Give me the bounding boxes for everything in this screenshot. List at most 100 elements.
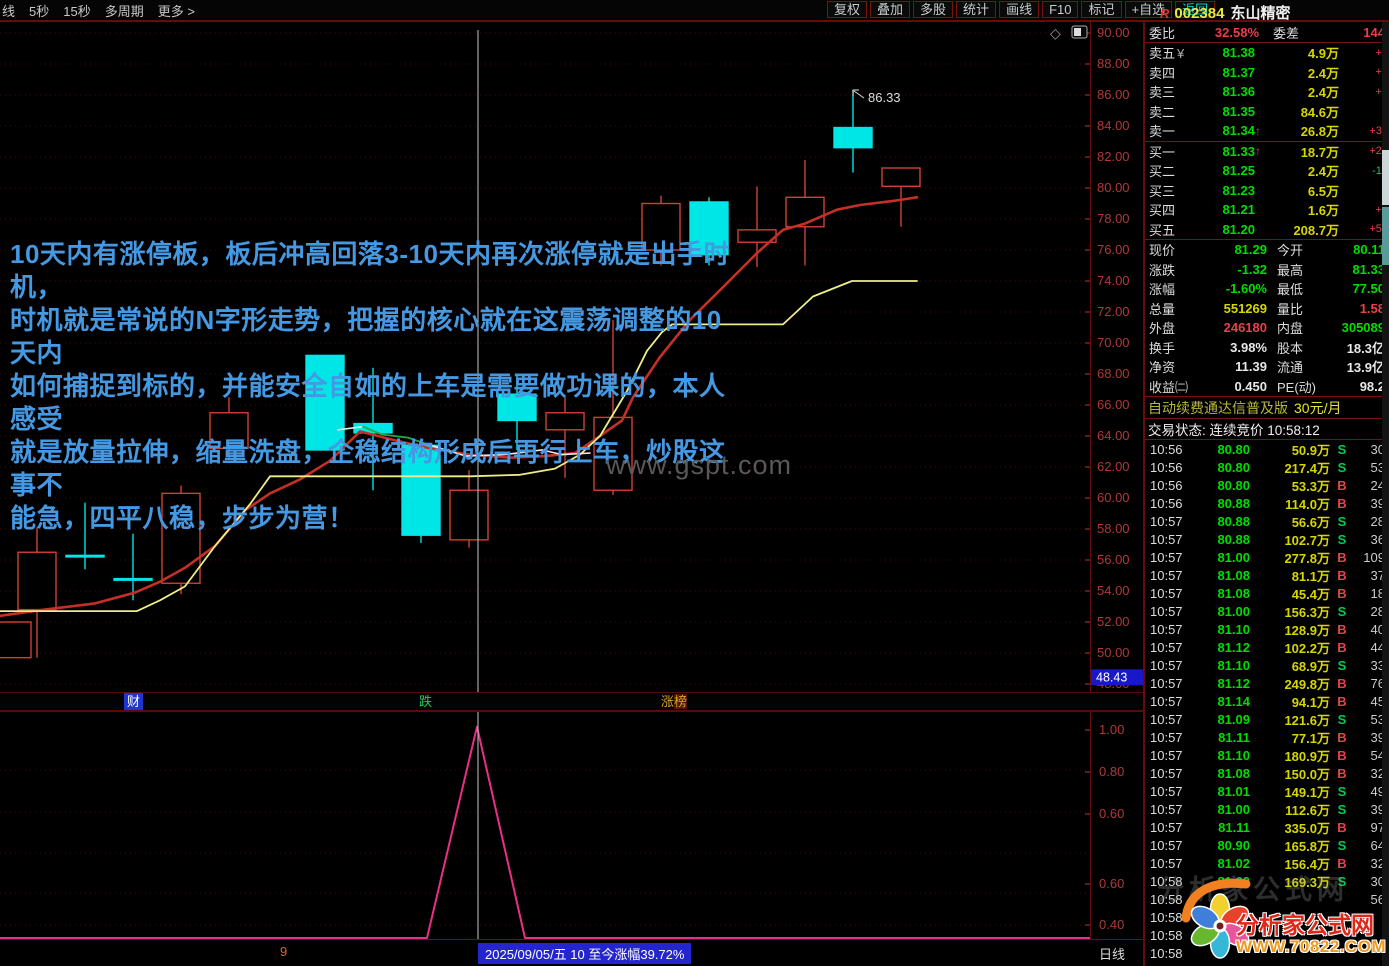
bid-row[interactable]: 买一 81.33 ↑ 18.7万 +23 (1145, 142, 1389, 162)
quote-row: 外盘 246180 内盘 305089 (1149, 320, 1385, 337)
tick-row[interactable]: 10:57 81.10 68.9万 S 33 (1145, 656, 1389, 674)
svg-text:0.60: 0.60 (1099, 876, 1124, 891)
trading-terminal: { "toolbar": { "left_items": ["线", "5秒",… (0, 0, 1389, 966)
notice-price: 30元/月 (1294, 399, 1342, 416)
ask-row[interactable]: 卖三81.362.4万+3 (1145, 82, 1389, 102)
toolbar-button-2[interactable]: 多股 (913, 1, 954, 18)
tick-row[interactable]: 10:57 81.08 45.4万 B 18 (1145, 584, 1389, 602)
ask-row[interactable]: 卖一 81.34 ↑ 26.8万 +33 (1145, 121, 1389, 141)
svg-text:0.40: 0.40 (1099, 917, 1124, 932)
ask-row[interactable]: 卖二 81.35 84.6万 (1145, 102, 1389, 122)
svg-text:70.00: 70.00 (1097, 335, 1130, 350)
tick-row[interactable]: 10:57 81.12 102.2万 B 44 (1145, 638, 1389, 656)
tick-row[interactable]: 10:56 80.80 217.4万 S 53 (1145, 458, 1389, 476)
tick-row[interactable]: 10:57 81.08 81.1万 B 37 (1145, 566, 1389, 584)
svg-text:76.00: 76.00 (1097, 242, 1130, 257)
toolbar-button-6[interactable]: 标记 (1081, 1, 1122, 18)
svg-text:50.00: 50.00 (1097, 645, 1130, 660)
tick-row[interactable]: 10:57 81.01 149.1万 S 49 (1145, 782, 1389, 800)
stock-title: R 002384 东山精密 (1160, 2, 1290, 23)
lower-indicator-chart[interactable]: 1.00 0.80 0.60 0.60 0.40 (0, 711, 1143, 940)
indicator-label-row: 财 跌 涨榜 (0, 692, 1143, 711)
indicator-tag-zhangbang[interactable]: 涨榜 (661, 693, 688, 710)
quote-panel: 委比 32.58% 委差 144 卖五¥81.384.9万+6卖四81.372.… (1143, 22, 1389, 966)
toolbar-button-0[interactable]: 复权 (827, 1, 868, 18)
tick-row[interactable]: 10:57 81.10 180.9万 B 54 (1145, 746, 1389, 764)
tick-row[interactable]: 10:57 81.10 128.9万 B 40 (1145, 620, 1389, 638)
stock-code: 002384 (1174, 5, 1225, 22)
tick-row[interactable]: 10:57 81.00 112.6万 S 39 (1145, 800, 1389, 818)
tick-row[interactable]: 10:56 80.80 50.9万 S 30 (1145, 440, 1389, 458)
ask-row[interactable]: 卖四81.372.4万+3 (1145, 63, 1389, 83)
bid-row[interactable]: 买二 81.25 2.4万 -17 (1145, 161, 1389, 181)
svg-text:52.00: 52.00 (1097, 614, 1130, 629)
svg-text:64.00: 64.00 (1097, 428, 1130, 443)
tick-row[interactable]: 10:57 81.11 335.0万 B 97 (1145, 818, 1389, 836)
menu-item-3[interactable]: 多周期 (105, 1, 144, 20)
scrollbar-thumb-secondary[interactable] (1382, 207, 1389, 265)
tick-row[interactable]: 10:57 81.00 277.8万 B 109 (1145, 548, 1389, 566)
subscription-notice[interactable]: 自动续费通达信普及版 30元/月 (1145, 397, 1389, 418)
period-menu: 线 5秒 15秒 多周期 更多 > (2, 1, 195, 20)
stock-name: 东山精密 (1230, 5, 1291, 22)
panel-scrollbar[interactable] (1382, 22, 1389, 966)
svg-text:90.00: 90.00 (1097, 25, 1130, 40)
svg-text:82.00: 82.00 (1097, 149, 1130, 164)
tick-row[interactable]: 10:57 81.12 249.8万 B 76 (1145, 674, 1389, 692)
tick-row[interactable]: 10:57 81.09 121.6万 S 53 (1145, 710, 1389, 728)
tick-row[interactable]: 10:56 80.80 53.3万 B 24 (1145, 476, 1389, 494)
svg-text:78.00: 78.00 (1097, 211, 1130, 226)
svg-text:0.80: 0.80 (1099, 764, 1124, 779)
tick-row[interactable]: 10:57 81.14 94.1万 B 45 (1145, 692, 1389, 710)
menu-item-0[interactable]: 线 (2, 1, 15, 20)
status-bar: 9 2025/09/05/五 10 至今涨幅39.72% 日线 (0, 940, 1143, 966)
svg-text:54.00: 54.00 (1097, 583, 1130, 598)
tick-row[interactable]: 10:57 80.88 102.7万 S 36 (1145, 530, 1389, 548)
logo-site-url: WWW.70822.COM (1236, 937, 1387, 956)
tick-row[interactable]: 10:57 80.88 56.6万 S 28 (1145, 512, 1389, 530)
scrollbar-thumb[interactable] (1382, 150, 1389, 205)
svg-text:86.00: 86.00 (1097, 87, 1130, 102)
crosshair-date-info: 2025/09/05/五 10 至今涨幅39.72% (478, 943, 692, 964)
toolbar-button-1[interactable]: 叠加 (870, 1, 911, 18)
indicator-tag-cai[interactable]: 财 (124, 693, 144, 710)
tick-row[interactable]: 10:56 80.88 114.0万 B 39 (1145, 494, 1389, 512)
logo-site-name: 分析家公式网 (1236, 912, 1374, 938)
watermark-text: www.gspt.com (606, 450, 793, 480)
weibi-label: 委比 (1149, 25, 1176, 41)
menu-item-1[interactable]: 5秒 (29, 1, 49, 20)
ask-row[interactable]: 卖五¥81.384.9万+6 (1145, 43, 1389, 63)
top-toolbar: 线 5秒 15秒 多周期 更多 > 复权 叠加 多股 统计 画线 F10 标记 +自选 返回 R 0023… (0, 0, 1389, 22)
quote-row: 涨跌 -1.32 最高 81.33 (1149, 261, 1385, 278)
quote-row: 收益㈡ 0.450 PE(动) 98.2 (1149, 378, 1385, 395)
toolbar-button-3[interactable]: 统计 (956, 1, 997, 18)
vendor-logo: 分析家公式网 WWW.70822.COM (1180, 850, 1389, 964)
menu-item-2[interactable]: 15秒 (63, 1, 90, 20)
ask-levels: 卖五¥81.384.9万+6卖四81.372.4万+3卖三81.362.4万+3… (1145, 43, 1389, 141)
tick-row[interactable]: 10:57 81.00 156.3万 S 28 (1145, 602, 1389, 620)
stock-flag: R (1160, 6, 1170, 21)
svg-text:86.33: 86.33 (868, 90, 901, 105)
bid-row[interactable]: 买五 81.20 208.7万 +56 (1145, 220, 1389, 240)
tick-row[interactable]: 10:57 81.08 150.0万 B 32 (1145, 764, 1389, 782)
svg-text:48.43: 48.43 (1096, 670, 1127, 684)
toolbar-button-4[interactable]: 画线 (999, 1, 1040, 18)
quote-row: 净资 11.39 流通 13.9亿 (1149, 359, 1385, 376)
toolbar-button-5[interactable]: F10 (1042, 1, 1079, 18)
tick-row[interactable]: 10:57 81.11 77.1万 B 39 (1145, 728, 1389, 746)
bid-levels: 买一 81.33 ↑ 18.7万 +23 买二 81.25 2.4万 -17 买三 81.23 6.5… (1145, 142, 1389, 240)
svg-text:0.60: 0.60 (1099, 806, 1124, 821)
bid-row[interactable]: 买三 81.23 6.5万 (1145, 181, 1389, 201)
period-label[interactable]: 日线 (1099, 944, 1125, 963)
trade-status: 交易状态: 连续竞价 10:58:12 (1148, 423, 1320, 438)
main-candlestick-chart[interactable]: 90.00 88.00 86.00 84.00 82.00 80.00 78.00 76.00… (0, 22, 1143, 692)
indicator-tag-die[interactable]: 跌 (419, 693, 432, 710)
svg-text:62.00: 62.00 (1097, 459, 1130, 474)
svg-text:74.00: 74.00 (1097, 273, 1130, 288)
svg-text:1.00: 1.00 (1099, 722, 1124, 737)
bid-row[interactable]: 买四81.211.6万+1 (1145, 200, 1389, 220)
menu-item-4[interactable]: 更多 > (158, 1, 195, 20)
zhang-char: 涨 (661, 694, 675, 709)
weibi-value: 32.58% (1214, 24, 1259, 40)
quote-row: 现价 81.29 今开 80.11 (1149, 242, 1385, 259)
